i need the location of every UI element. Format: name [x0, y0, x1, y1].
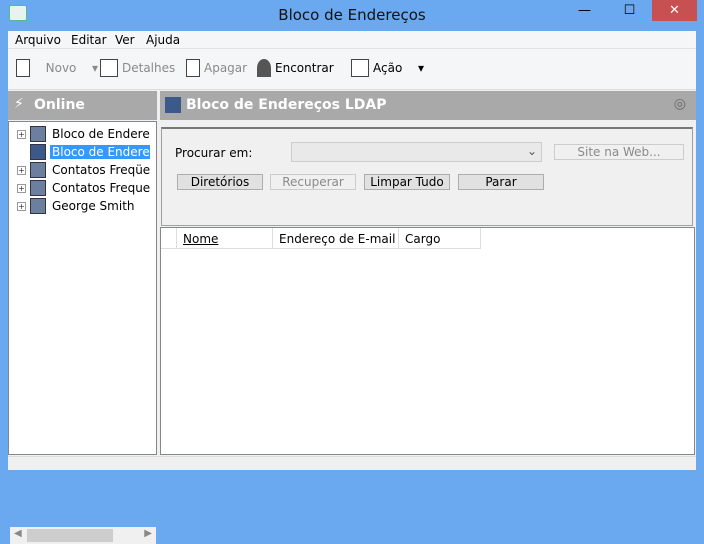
search-panel: Procurar em: ⌄ Site na Web... Diretórios…: [161, 127, 693, 226]
new-label: Novo: [45, 61, 77, 75]
details-label: Detalhes: [122, 61, 176, 75]
new-contact-icon: [16, 59, 30, 77]
contact-book-icon: [30, 162, 46, 178]
scroll-left-icon[interactable]: ◀: [14, 528, 22, 539]
stop-button[interactable]: Parar: [458, 174, 544, 190]
chevron-down-icon: ▾: [417, 61, 424, 75]
maximize-button[interactable]: ☐: [607, 0, 652, 21]
tree-item[interactable]: Bloco de Endereços: [17, 143, 150, 161]
scroll-right-icon[interactable]: ▶: [144, 528, 152, 539]
column-header-email[interactable]: Endereço de E-mail: [273, 228, 399, 249]
online-title: Online: [34, 97, 85, 113]
online-header: ⚡ Online: [8, 91, 157, 120]
tree-item[interactable]: + George Smith: [17, 197, 150, 215]
expand-icon[interactable]: +: [17, 129, 26, 139]
tree-item[interactable]: + Contatos Freqüentes: [17, 161, 150, 179]
directories-button[interactable]: Diretórios: [177, 174, 263, 190]
menu-ver[interactable]: Ver: [115, 33, 135, 47]
scrollbar-thumb[interactable]: [27, 529, 113, 542]
horizontal-scrollbar[interactable]: ◀ ▶: [10, 527, 156, 544]
column-header-title[interactable]: Cargo: [399, 228, 481, 249]
title-bar: Bloco de Endereços — ☐ ✕: [0, 0, 704, 31]
tree-item-label: George Smith: [52, 199, 135, 213]
status-bar: [8, 456, 696, 470]
website-button[interactable]: Site na Web...: [554, 144, 684, 160]
details-icon: [100, 59, 118, 77]
search-in-label: Procurar em:: [175, 146, 253, 160]
chevron-down-icon: ▾: [92, 61, 99, 75]
delete-button[interactable]: Apagar: [186, 59, 247, 77]
action-button[interactable]: Ação ▾: [351, 59, 424, 77]
ldap-icon: [165, 97, 181, 113]
details-button[interactable]: Detalhes: [100, 59, 175, 77]
expand-icon[interactable]: +: [17, 201, 26, 211]
retrieve-button[interactable]: Recuperar: [270, 174, 356, 190]
menu-arquivo[interactable]: Arquivo: [15, 33, 61, 47]
tree-item[interactable]: + Bloco de Endereços: [17, 125, 150, 143]
column-header-name[interactable]: Nome: [177, 228, 273, 249]
ldap-icon: [30, 144, 46, 160]
contact-book-icon: [30, 198, 46, 214]
find-button[interactable]: Encontrar: [257, 59, 334, 77]
trash-icon: [186, 59, 200, 77]
action-label: Ação: [373, 61, 403, 75]
client-area: Arquivo Editar Ver Ajuda Novo ▾ Detalhes…: [8, 31, 696, 544]
clear-all-button[interactable]: Limpar Tudo: [364, 174, 450, 190]
find-people-icon: [257, 59, 271, 77]
connection-icon: ◎: [673, 96, 686, 112]
tree-item-label: Contatos Freqüentes: [52, 163, 150, 177]
column-header-blank: [161, 228, 177, 249]
expand-icon[interactable]: +: [17, 183, 26, 193]
minimize-button[interactable]: —: [562, 0, 607, 21]
new-button[interactable]: Novo ▾: [16, 59, 98, 77]
close-button[interactable]: ✕: [652, 0, 697, 21]
tree-item-label: Bloco de Endereços: [52, 127, 150, 141]
menu-editar[interactable]: Editar: [71, 33, 107, 47]
tree-item-label: Contatos Frequentes: [52, 181, 150, 195]
search-in-dropdown[interactable]: ⌄: [291, 142, 542, 162]
tree-item[interactable]: + Contatos Frequentes: [17, 179, 150, 197]
contact-book-icon: [30, 126, 46, 142]
folder-tree: + Bloco de Endereços Bloco de Endereços +…: [8, 121, 157, 544]
chevron-down-icon: ⌄: [526, 144, 537, 158]
find-label: Encontrar: [275, 61, 334, 75]
ldap-title: Bloco de Endereços LDAP: [186, 97, 387, 113]
toolbar: Novo ▾ Detalhes Apagar Encontrar Ação ▾: [8, 49, 696, 90]
plug-icon: ⚡: [14, 96, 24, 112]
menu-ajuda[interactable]: Ajuda: [146, 33, 180, 47]
action-icon: [351, 59, 369, 77]
results-list: Nome Endereço de E-mail Cargo: [160, 227, 695, 455]
expand-icon[interactable]: +: [17, 165, 26, 175]
tree-item-label: Bloco de Endereços: [50, 145, 150, 159]
contact-book-icon: [30, 180, 46, 196]
ldap-header: Bloco de Endereços LDAP ◎: [160, 91, 696, 120]
delete-label: Apagar: [204, 61, 248, 75]
menu-bar: Arquivo Editar Ver Ajuda: [8, 31, 696, 49]
